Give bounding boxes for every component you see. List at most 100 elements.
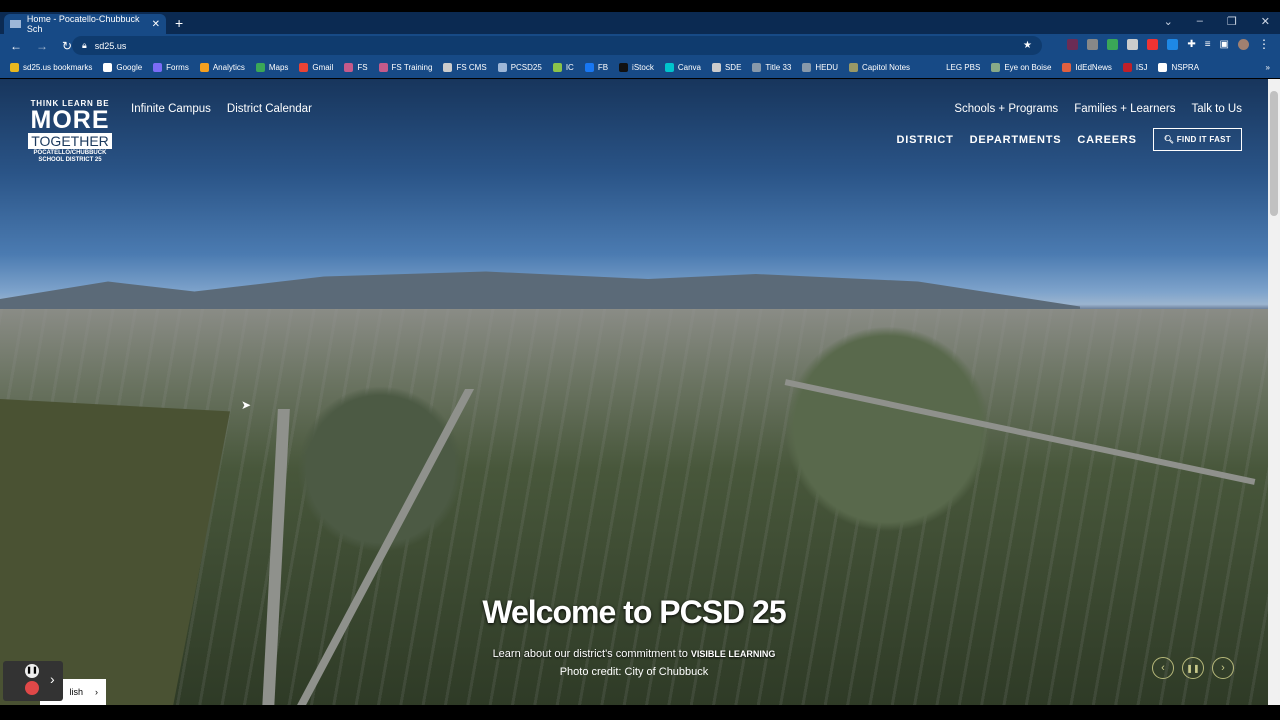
bookmark-label: LEG PBS bbox=[946, 62, 981, 72]
back-icon[interactable]: ← bbox=[10, 39, 22, 53]
bookmark-icon bbox=[10, 63, 19, 73]
bookmark-item[interactable]: FS Training bbox=[378, 63, 432, 73]
lock-icon: 🔒︎ bbox=[82, 40, 87, 50]
nav-careers[interactable]: CAREERS bbox=[1077, 134, 1136, 146]
pause-recording-icon[interactable]: ❚❚ bbox=[25, 664, 39, 678]
schools-programs-link[interactable]: Schools + Programs bbox=[954, 103, 1058, 115]
new-tab-button[interactable]: + bbox=[175, 15, 183, 31]
bookmark-item[interactable]: SDE bbox=[711, 62, 742, 73]
extension-icon[interactable] bbox=[1087, 38, 1099, 50]
browser-toolbar: ← → ↻ 🔒︎ sd25.us ★ ✚ ≡ ▣ ⋮ bbox=[0, 34, 1280, 57]
previous-slide-button[interactable]: ‹ bbox=[1152, 657, 1174, 679]
bookmark-label: PCSD25 bbox=[510, 62, 542, 72]
pause-slide-button[interactable]: ❚❚ bbox=[1182, 657, 1204, 679]
address-bar[interactable]: 🔒︎ sd25.us ★ bbox=[72, 36, 1042, 55]
bookmark-label: ISJ bbox=[1135, 62, 1148, 72]
extension-icon[interactable] bbox=[1127, 38, 1139, 50]
bookmark-icon bbox=[153, 63, 163, 73]
side-panel-icon[interactable]: ▣ bbox=[1220, 39, 1229, 50]
restore-button[interactable]: ❐ bbox=[1227, 15, 1237, 28]
nav-departments[interactable]: DEPARTMENTS bbox=[970, 134, 1062, 146]
puzzle-icon[interactable]: ✚ bbox=[1187, 39, 1195, 50]
stop-recording-icon[interactable] bbox=[25, 681, 39, 695]
bookmark-icon bbox=[378, 63, 388, 73]
district-calendar-link[interactable]: District Calendar bbox=[227, 103, 312, 115]
bookmark-item[interactable]: FS CMS bbox=[443, 63, 487, 73]
extension-icon[interactable] bbox=[1107, 38, 1119, 50]
star-icon[interactable]: ★ bbox=[1023, 40, 1032, 51]
bookmark-icon bbox=[664, 63, 674, 73]
logo-text: SCHOOL DISTRICT 25 bbox=[38, 157, 102, 163]
bookmark-item[interactable]: PCSD25 bbox=[497, 62, 542, 73]
bookmark-label: Analytics bbox=[212, 62, 245, 72]
more-bookmarks-icon[interactable]: » bbox=[1266, 63, 1270, 72]
hero-subtitle[interactable]: Learn about our district's commitment to… bbox=[0, 648, 1268, 660]
next-slide-button[interactable]: › bbox=[1212, 657, 1234, 679]
bookmark-item[interactable]: LEG PBS bbox=[933, 62, 981, 73]
bookmark-item[interactable]: Capitol Notes bbox=[849, 63, 910, 73]
bookmark-icon bbox=[497, 63, 507, 73]
scrollbar-thumb[interactable] bbox=[1270, 91, 1278, 216]
bookmark-item[interactable]: Canva bbox=[664, 63, 701, 73]
forward-icon[interactable]: → bbox=[36, 39, 48, 53]
extension-icon[interactable] bbox=[1167, 38, 1179, 50]
expand-icon[interactable]: › bbox=[50, 671, 55, 687]
bookmark-icon bbox=[552, 63, 562, 73]
scrollbar[interactable] bbox=[1268, 79, 1280, 705]
url-text: sd25.us bbox=[94, 40, 127, 51]
extension-icon[interactable] bbox=[1147, 38, 1159, 50]
families-learners-link[interactable]: Families + Learners bbox=[1074, 103, 1175, 115]
menu-icon[interactable]: ⋮ bbox=[1258, 37, 1270, 51]
bookmark-icon bbox=[344, 63, 354, 73]
bookmark-item[interactable]: IdEdNews bbox=[1062, 63, 1112, 73]
logo-text: TOGETHER bbox=[28, 133, 112, 149]
bookmark-item[interactable]: iStock bbox=[619, 63, 654, 73]
bookmark-label: FS bbox=[357, 62, 368, 72]
bookmark-item[interactable]: Title 33 bbox=[752, 62, 792, 73]
mouse-cursor-icon: ➤ bbox=[241, 398, 252, 412]
bookmark-item[interactable]: Analytics bbox=[199, 62, 245, 73]
tab-search-icon[interactable]: ⌄ bbox=[1164, 15, 1173, 28]
bookmark-icon bbox=[991, 63, 1001, 73]
bookmark-item[interactable]: ISJ bbox=[1122, 62, 1148, 73]
bookmark-icon bbox=[752, 63, 762, 73]
close-window-button[interactable]: ✕ bbox=[1261, 15, 1270, 28]
logo-text: MORE bbox=[30, 106, 110, 134]
bookmark-item[interactable]: sd25.us bookmarks bbox=[10, 63, 92, 73]
bookmark-item[interactable]: Forms bbox=[153, 62, 189, 73]
bookmark-item[interactable]: NSPRA bbox=[1158, 63, 1199, 73]
favicon-icon bbox=[10, 20, 21, 28]
tab-home[interactable]: Home - Pocatello-Chubbuck Sch ✕ bbox=[4, 14, 166, 34]
bookmark-label: Eye on Boise bbox=[1004, 62, 1052, 72]
reload-icon[interactable]: ↻ bbox=[62, 39, 72, 53]
bookmark-item[interactable]: FB bbox=[584, 63, 608, 73]
minimize-button[interactable]: – bbox=[1197, 15, 1203, 28]
district-logo[interactable]: THINK LEARN BE MORE TOGETHER POCATELLO/C… bbox=[28, 99, 112, 164]
bookmark-icon bbox=[1062, 63, 1072, 73]
extension-icon[interactable] bbox=[1067, 38, 1079, 50]
nav-district[interactable]: DISTRICT bbox=[897, 134, 954, 146]
bookmark-item[interactable]: FS bbox=[344, 62, 368, 73]
bookmark-icon bbox=[711, 63, 721, 73]
infinite-campus-link[interactable]: Infinite Campus bbox=[131, 103, 211, 115]
bookmark-item[interactable]: Gmail bbox=[299, 63, 333, 73]
close-tab-icon[interactable]: ✕ bbox=[152, 19, 160, 30]
reading-list-icon[interactable]: ≡ bbox=[1205, 39, 1211, 50]
tab-title: Home - Pocatello-Chubbuck Sch bbox=[26, 14, 140, 34]
bookmark-label: SDE bbox=[724, 62, 742, 72]
bookmark-item[interactable]: Maps bbox=[255, 63, 288, 73]
bookmark-label: Forms bbox=[166, 62, 189, 72]
language-label: lish bbox=[69, 687, 83, 697]
bookmark-icon bbox=[103, 63, 113, 73]
bookmark-item[interactable]: HEDU bbox=[802, 63, 838, 73]
bookmark-item[interactable]: IC bbox=[552, 63, 574, 73]
avatar[interactable] bbox=[1238, 38, 1249, 50]
find-it-fast-button[interactable]: 🔍︎ FIND IT FAST bbox=[1152, 128, 1242, 151]
bookmark-label: Title 33 bbox=[765, 62, 792, 72]
bookmark-icon bbox=[199, 63, 209, 73]
visible-learning-link[interactable]: VISIBLE LEARNING bbox=[691, 649, 776, 659]
bookmark-item[interactable]: Eye on Boise bbox=[991, 62, 1052, 73]
bookmark-item[interactable]: Google bbox=[103, 63, 142, 73]
bookmarks-bar: sd25.us bookmarks Google Forms Analytics Map… bbox=[0, 57, 1280, 78]
talk-to-us-link[interactable]: Talk to Us bbox=[1192, 103, 1243, 115]
